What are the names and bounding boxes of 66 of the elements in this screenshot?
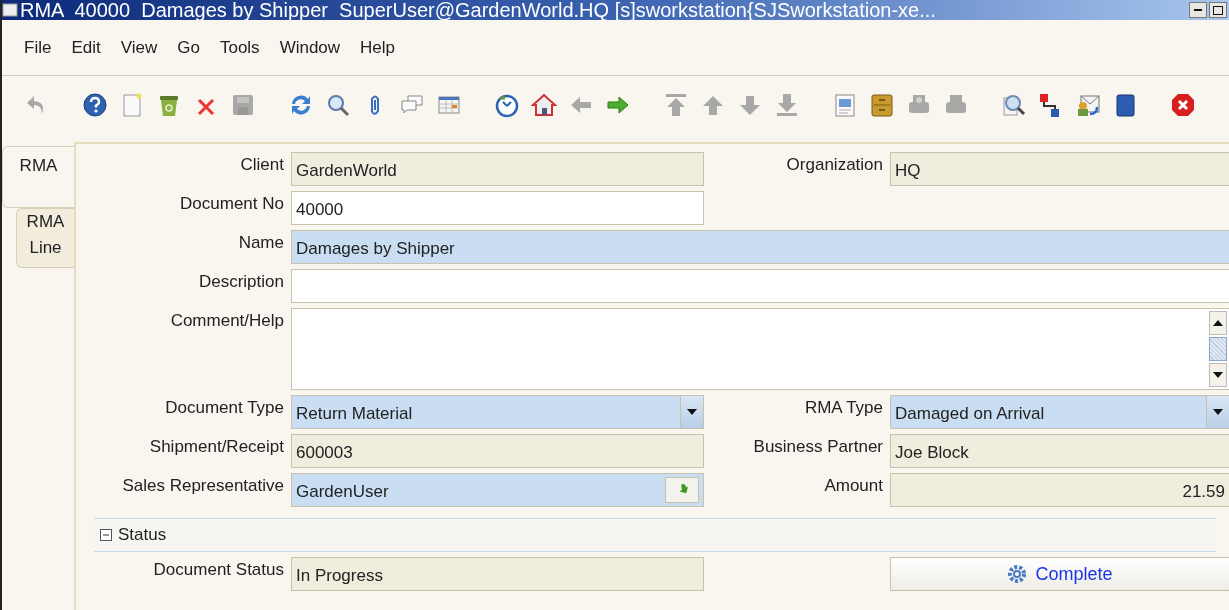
dropdown-button[interactable]	[1206, 396, 1229, 428]
field-label: Organization	[785, 154, 883, 175]
menu-item[interactable]: View	[110, 31, 168, 64]
search-icon	[325, 92, 351, 118]
scroll-up-button[interactable]	[1209, 311, 1227, 335]
complete-button[interactable]: Complete	[890, 557, 1229, 591]
field-label: Comment/Help	[169, 310, 284, 331]
menu-item[interactable]: Edit	[61, 31, 111, 64]
home-icon	[531, 92, 557, 118]
cabinet-icon	[869, 92, 895, 118]
maximize-button[interactable]	[1209, 2, 1227, 18]
input-field[interactable]: 600003	[291, 434, 704, 468]
top-arrow-icon	[663, 92, 689, 118]
field-label: RMA Type	[803, 397, 883, 418]
input-field[interactable]: GardenWorld	[291, 152, 704, 186]
caret-down-icon	[1213, 372, 1223, 378]
input-field[interactable]: In Progress	[291, 557, 704, 591]
minimize-button[interactable]	[1189, 2, 1207, 18]
gear-icon	[1007, 564, 1028, 584]
minimize-icon	[1194, 9, 1202, 11]
dropdown-button[interactable]	[680, 396, 703, 428]
menu-item[interactable]: File	[14, 31, 62, 64]
bottom-arrow-icon	[774, 92, 800, 118]
input-field[interactable]: Damages by Shipper	[291, 230, 1229, 264]
input-field[interactable]	[291, 269, 1229, 303]
tab[interactable]: RMA Line	[16, 208, 74, 268]
field-label: Sales Representative	[121, 475, 284, 496]
menu-item[interactable]: Tools	[209, 31, 270, 64]
input-field[interactable]: 40000	[291, 191, 704, 225]
field-label: Client	[239, 154, 284, 175]
section-header[interactable]: Status	[94, 518, 1216, 552]
field-label: Document No	[179, 193, 284, 214]
close-icon	[1170, 92, 1196, 118]
scrollbar[interactable]	[1207, 309, 1229, 389]
lookup-button[interactable]	[665, 477, 699, 503]
field-label: Document Type	[164, 397, 284, 418]
input-field[interactable]: 21.59	[890, 473, 1229, 507]
field-label: Business Partner	[752, 436, 883, 457]
dropdown-field[interactable]: Damaged on Arrival	[890, 395, 1229, 429]
input-field[interactable]: HQ	[890, 152, 1229, 186]
caret-icon	[687, 409, 697, 415]
menu-item[interactable]: Help	[350, 31, 406, 64]
field-label: Amount	[823, 475, 883, 496]
clock-icon	[494, 92, 520, 118]
scroll-thumb[interactable]	[1209, 337, 1227, 361]
caret-up-icon	[1213, 320, 1223, 326]
section-title: Status	[118, 525, 167, 545]
dropdown-field[interactable]: Return Material	[291, 395, 704, 429]
field-label: Description	[197, 271, 284, 292]
caret-icon	[1213, 409, 1223, 415]
toolbar-button[interactable]	[80, 90, 110, 120]
magnifier-icon	[1001, 92, 1027, 118]
menu-item[interactable]: Window	[269, 31, 351, 64]
menu-item[interactable]: Go	[167, 31, 210, 64]
field-label: Shipment/Receipt	[148, 436, 284, 457]
scroll-down-button[interactable]	[1209, 363, 1227, 387]
field-label: Document Status	[152, 559, 284, 580]
input-field[interactable]: Joe Block	[890, 434, 1229, 468]
save-icon	[230, 92, 256, 118]
maximize-icon	[1213, 5, 1223, 15]
field-label: Name	[237, 232, 284, 253]
help-icon	[82, 92, 108, 118]
report-icon	[832, 92, 858, 118]
input-field[interactable]: GardenUser	[291, 473, 704, 507]
tab[interactable]: RMA	[2, 146, 74, 208]
mail-people-icon	[1075, 92, 1101, 118]
